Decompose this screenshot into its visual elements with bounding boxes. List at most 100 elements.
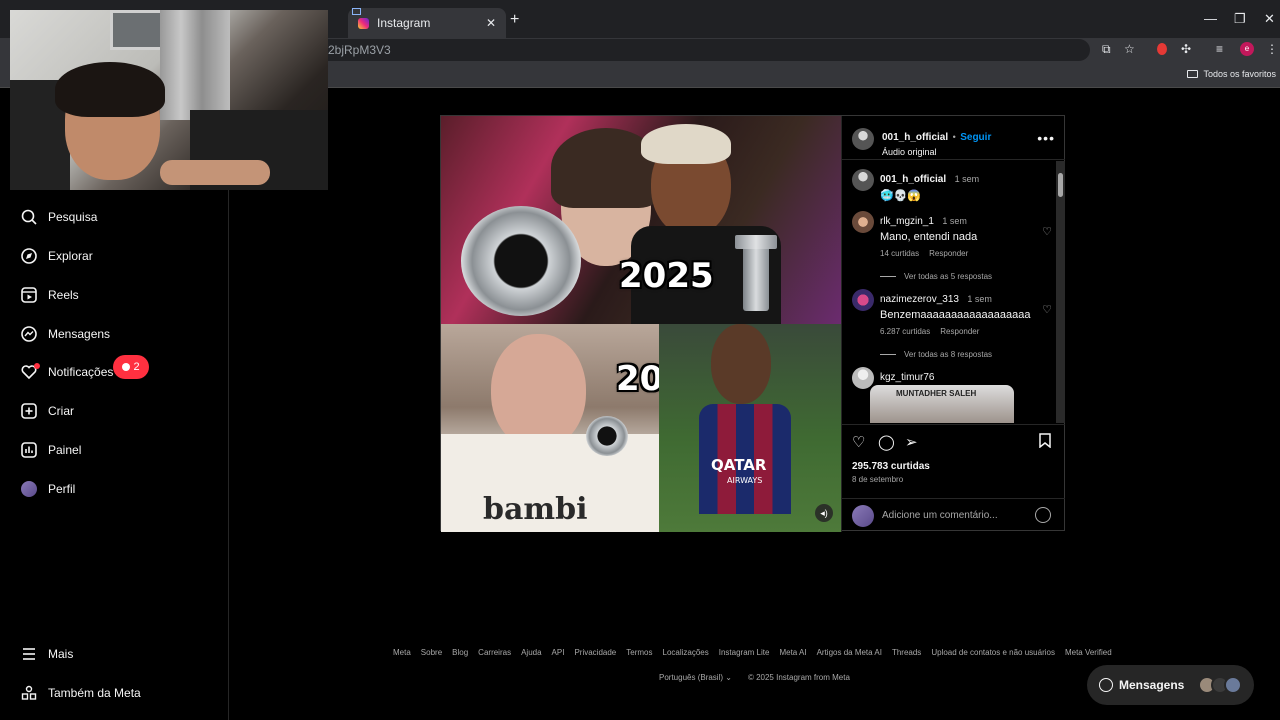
view-replies-label: Ver todas as 5 respostas [904,272,993,281]
footer-link[interactable]: API [552,648,565,657]
install-app-icon[interactable]: ⧉ [1102,42,1111,57]
replies-line [880,354,896,355]
emoji-icon[interactable] [1035,507,1051,523]
commenter-avatar[interactable] [852,211,874,233]
sidebar-item-messages[interactable]: Mensagens [20,325,110,343]
add-comment-input[interactable]: Adicione um comentário... [882,510,998,521]
footer-link[interactable]: Instagram Lite [719,648,770,657]
commenter-avatar[interactable] [852,367,874,389]
view-replies-label: Ver todas as 8 respostas [904,350,993,359]
save-bookmark-icon[interactable] [1039,433,1051,452]
media-panel-boy: QATAR AIRWAYS ◂) [659,324,841,532]
comment-username[interactable]: rlk_mgzin_1 [880,216,934,227]
reply-button[interactable]: Responder [940,327,979,336]
restore-icon[interactable]: ❐ [1234,11,1246,27]
close-tab-icon[interactable]: ✕ [486,16,496,30]
comment-likes[interactable]: 6.287 curtidas [880,327,930,336]
view-replies[interactable]: Ver todas as 8 respostas [880,350,1052,359]
sidebar-item-search[interactable]: Pesquisa [20,208,97,226]
sidebar-item-label: Reels [48,288,79,302]
comment-image[interactable]: MUNTADHER SALEH [870,385,1014,423]
sidebar-item-label: Mais [48,647,74,661]
more-options-icon[interactable]: ••• [1037,130,1055,146]
footer-link[interactable]: Carreiras [478,648,511,657]
comment: nazimezerov_313 1 sem Benzemaaaaaaaaaaaa… [852,289,1052,359]
sidebar-item-reels[interactable]: Reels [20,286,79,304]
sound-icon[interactable]: ◂) [815,504,833,522]
sidebar-item-dashboard[interactable]: Painel [20,441,81,459]
menu-kebab-icon[interactable]: ⋮ [1266,42,1278,56]
notification-dot [34,363,40,369]
footer-link[interactable]: Meta Verified [1065,648,1112,657]
bolt-image [735,235,777,311]
author-avatar[interactable] [852,128,874,150]
footer-link[interactable]: Blog [452,648,468,657]
share-send-icon[interactable]: ➢ [905,433,918,451]
author-avatar[interactable] [852,169,874,191]
footer-links: Meta Sobre Blog Carreiras Ajuda API Priv… [393,648,1113,657]
comment-likes[interactable]: 14 curtidas [880,249,919,258]
browser-tab-instagram[interactable]: Instagram ✕ [348,8,506,38]
language-label: Português (Brasil) [659,673,724,682]
sidebar-item-more[interactable]: Mais [20,645,73,663]
like-count[interactable]: 295.783 curtidas [852,461,930,472]
chart-icon [20,441,38,459]
caption-username[interactable]: 001_h_official [880,174,946,185]
sidebar-item-profile[interactable]: Perfil [20,480,75,498]
address-bar[interactable]: 2bjRpM3V3 [300,39,1090,61]
comments-scrollbar[interactable] [1056,161,1065,423]
reply-button[interactable]: Responder [929,249,968,258]
like-heart-icon[interactable]: ♡ [852,433,865,451]
sidebar-item-also-meta[interactable]: Também da Meta [20,684,141,702]
footer-link[interactable]: Ajuda [521,648,541,657]
messages-pill-button[interactable]: Mensagens [1087,665,1254,705]
post-media[interactable]: 2025 bambi 2019 QATAR AIRWAYS ◂) [441,116,841,532]
man-hair [641,124,731,164]
footer-link[interactable]: Meta [393,648,411,657]
person-hair [55,62,165,117]
new-tab-icon[interactable]: + [510,11,519,29]
comment-icon[interactable]: ◯ [878,433,895,451]
commenter-avatar[interactable] [852,289,874,311]
profile-avatar[interactable]: e [1240,42,1254,56]
extension-red-icon[interactable] [1157,43,1167,55]
audio-label[interactable]: Áudio original [882,147,991,157]
comment-like-heart-icon[interactable]: ♡ [1042,225,1052,238]
footer-link[interactable]: Privacidade [574,648,616,657]
all-bookmarks-folder[interactable]: Todos os favoritos [1187,69,1276,79]
reels-icon [20,286,38,304]
comment-username[interactable]: kgz_timur76 [880,372,934,383]
messenger-icon [20,325,38,343]
language-select[interactable]: Português (Brasil) ⌄ [659,673,732,682]
author-username[interactable]: 001_h_official [882,132,948,143]
footer-link[interactable]: Sobre [421,648,442,657]
comment-like-heart-icon[interactable]: ♡ [1042,303,1052,316]
sidebar-item-explore[interactable]: Explorar [20,247,93,265]
compass-icon [20,247,38,265]
menu-icon [20,645,38,663]
footer-link[interactable]: Threads [892,648,921,657]
comments-list: 001_h_official 1 sem 🥶💀😱 rlk_mgzin_1 1 s… [842,161,1065,423]
post-actions: ♡ ◯ ➢ 295.783 curtidas 8 de setembro [842,424,1065,498]
bookmark-star-icon[interactable]: ☆ [1124,42,1135,56]
view-replies[interactable]: Ver todas as 5 respostas [880,272,1052,281]
media-control-icon[interactable]: ≡ [1216,42,1223,56]
minimize-icon[interactable]: — [1204,11,1217,26]
notification-badge[interactable]: 2 [113,355,149,379]
sidebar-item-create[interactable]: Criar [20,402,74,420]
footer-link[interactable]: Termos [626,648,652,657]
footer-link[interactable]: Localizações [663,648,709,657]
footer-link[interactable]: Meta AI [779,648,806,657]
comment-username[interactable]: nazimezerov_313 [880,294,959,305]
footer-link[interactable]: Artigos da Meta AI [817,648,882,657]
media-playing-icon[interactable] [352,8,361,15]
footer-link[interactable]: Upload de contatos e não usuários [931,648,1055,657]
follow-button[interactable]: Seguir [960,132,991,143]
close-window-icon[interactable]: ✕ [1264,11,1275,27]
small-nut-image [586,416,628,456]
curtain-image [160,10,230,120]
extensions-puzzle-icon[interactable]: ✣ [1181,42,1191,56]
sidebar-item-label: Criar [48,404,74,418]
scrollbar-thumb[interactable] [1058,173,1063,197]
media-panel-girl: bambi 2019 [441,324,711,532]
